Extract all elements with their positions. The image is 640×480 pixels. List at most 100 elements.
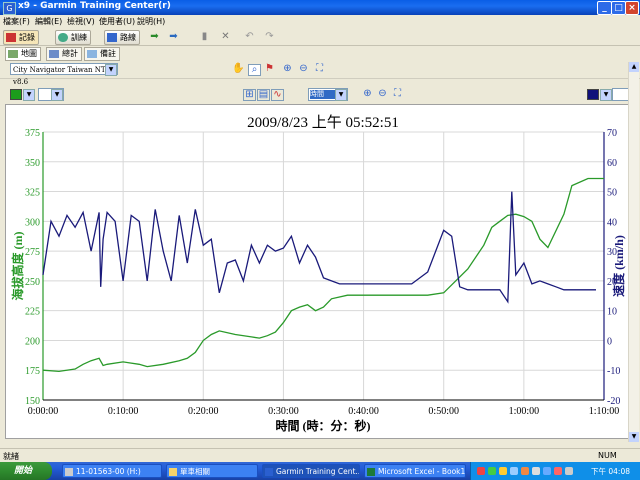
y-right-tick-label: 0 — [607, 336, 612, 347]
left-series-select[interactable]: ▼ — [38, 88, 64, 101]
tray-icon-8[interactable] — [554, 467, 562, 475]
y-right-tick-label: 70 — [607, 128, 617, 139]
zoom-out-icon[interactable]: ⊖ — [377, 89, 388, 99]
receive-from-device-icon[interactable]: ➡ — [168, 32, 179, 42]
excel-icon — [367, 468, 375, 476]
x-tick-label: 1:10:00 — [589, 406, 620, 417]
speed-series-line — [42, 191, 596, 304]
tray-icon-4[interactable] — [510, 467, 518, 475]
zoom-out-icon[interactable]: ⊖ — [298, 64, 309, 74]
chart-title: 2009/8/23 上午 05:52:51 — [247, 114, 399, 131]
chevron-down-icon[interactable]: ▼ — [105, 64, 117, 76]
elevation-color-swatch[interactable] — [10, 89, 22, 100]
overlay-chart-icon[interactable]: ⊞ — [243, 89, 256, 101]
y-left-tick-label: 350 — [25, 158, 40, 169]
y-left-tick-label: 175 — [25, 366, 40, 377]
history-button[interactable]: 記錄 — [3, 30, 39, 45]
notes-icon — [87, 50, 97, 58]
stopwatch-icon — [58, 33, 68, 42]
tray-icon-6[interactable] — [532, 467, 540, 475]
y-right-tick-label: 60 — [607, 158, 617, 169]
hand-pan-icon[interactable]: ✋ — [232, 64, 244, 74]
y-left-tick-label: 325 — [25, 188, 40, 199]
tray-icon-2[interactable] — [488, 467, 496, 475]
flag-icon[interactable]: ⚑ — [264, 64, 275, 74]
tab-stats[interactable]: 總計 — [46, 47, 82, 61]
tray-icon-7[interactable] — [543, 467, 551, 475]
send-to-device-icon[interactable]: ➡ — [149, 32, 160, 42]
zoom-select-icon[interactable]: ⌕ — [248, 64, 261, 76]
task-garmin-label: Garmin Training Cent... — [276, 467, 360, 476]
zoom-fit-icon[interactable]: ⛶ — [392, 89, 403, 99]
task-garmin[interactable]: Garmin Training Cent... — [262, 464, 360, 478]
tray-icon-1[interactable] — [477, 467, 485, 475]
chevron-down-icon[interactable]: ▼ — [335, 89, 347, 101]
volume-icon[interactable] — [565, 467, 573, 475]
toolbar: 記錄 訓練 路線 ➡ ➡ ▮ ✕ ↶ ↷ — [0, 29, 640, 46]
scroll-down-arrow[interactable]: ▼ — [629, 432, 639, 442]
chevron-down-icon[interactable]: ▼ — [51, 89, 63, 101]
task-excel[interactable]: Microsoft Excel - Book1 — [364, 464, 466, 478]
chevron-down-icon[interactable]: ▼ — [600, 89, 612, 101]
history-label: 記錄 — [19, 33, 35, 42]
map-product-value: City Navigator Taiwan NT v8.6 — [13, 66, 106, 86]
tab-map[interactable]: 地圖 — [5, 47, 41, 61]
history-icon — [6, 33, 16, 42]
tray-icon-5[interactable] — [521, 467, 529, 475]
menu-view[interactable]: 檢視(V) — [67, 16, 95, 27]
system-tray: 下午 04:08 — [470, 462, 640, 480]
stacked-chart-icon[interactable]: ▤ — [257, 89, 270, 101]
x-tick-label: 0:40:00 — [348, 406, 379, 417]
table-icon — [49, 50, 59, 58]
y-left-tick-label: 375 — [25, 128, 40, 139]
y-left-tick-label: 250 — [25, 277, 40, 288]
zoom-in-icon[interactable]: ⊕ — [362, 89, 373, 99]
x-tick-label: 0:30:00 — [268, 406, 299, 417]
menu-help[interactable]: 說明(H) — [137, 16, 165, 27]
num-lock-indicator: NUM — [598, 451, 617, 460]
tray-icon-3[interactable] — [499, 467, 507, 475]
menu-file[interactable]: 檔案(F) — [3, 16, 30, 27]
x-tick-label: 0:00:00 — [28, 406, 59, 417]
map-icon — [8, 50, 18, 58]
zoom-in-icon[interactable]: ⊕ — [282, 64, 293, 74]
task-folder[interactable]: 單車相關 — [166, 464, 258, 478]
training-label: 訓練 — [71, 33, 87, 42]
task-drive[interactable]: 11-01563-00 (H:) — [62, 464, 162, 478]
y-right-tick-label: -10 — [607, 366, 620, 377]
courses-button[interactable]: 路線 — [104, 30, 140, 45]
minimize-button[interactable]: _ — [597, 1, 612, 15]
tab-notes-label: 備註 — [100, 49, 116, 58]
start-button[interactable]: 開始 — [0, 462, 52, 480]
menu-edit[interactable]: 編輯(E) — [35, 16, 62, 27]
delete-icon[interactable]: ✕ — [220, 32, 231, 42]
redo-icon[interactable]: ↷ — [264, 32, 275, 42]
speed-color-swatch[interactable] — [587, 89, 599, 100]
close-button[interactable]: × — [625, 1, 639, 15]
y-left-tick-label: 225 — [25, 307, 40, 318]
zoom-fit-icon[interactable]: ⛶ — [314, 64, 325, 74]
undo-icon[interactable]: ↶ — [244, 32, 255, 42]
elevation-speed-chart[interactable]: 2009/8/23 上午 05:52:511501752002252502753… — [6, 105, 634, 438]
y-right-tick-label: 10 — [607, 307, 617, 318]
garmin-icon — [265, 468, 273, 476]
trash-icon[interactable]: ▮ — [199, 32, 210, 42]
vertical-scrollbar[interactable]: ▲ ▼ — [628, 62, 639, 442]
chevron-down-icon[interactable]: ▼ — [23, 89, 35, 101]
x-axis-select[interactable]: 時間 ▼ — [308, 88, 348, 101]
map-product-select[interactable]: City Navigator Taiwan NT v8.6 ▼ — [10, 63, 118, 86]
scroll-up-arrow[interactable]: ▲ — [629, 62, 639, 72]
map-toolbar: City Navigator Taiwan NT v8.6 ▼ ✋ ⌕ ⚑ ⊕ … — [0, 61, 640, 86]
chart-toolbar: ▼ ▼ ⊞ ▤ ∿ 時間 ▼ ⊕ ⊖ ⛶ ▼ — [0, 86, 640, 102]
line-chart-icon[interactable]: ∿ — [271, 89, 284, 101]
tab-map-label: 地圖 — [21, 49, 37, 58]
task-drive-label: 11-01563-00 (H:) — [76, 467, 141, 476]
tab-notes[interactable]: 備註 — [84, 47, 120, 61]
y-left-tick-label: 200 — [25, 336, 40, 347]
task-folder-label: 單車相關 — [180, 467, 210, 476]
training-button[interactable]: 訓練 — [55, 30, 91, 45]
maximize-button[interactable]: □ — [611, 1, 626, 15]
app-icon[interactable]: G — [3, 2, 16, 15]
courses-label: 路線 — [120, 33, 136, 42]
menu-user[interactable]: 使用者(U) — [99, 16, 135, 27]
